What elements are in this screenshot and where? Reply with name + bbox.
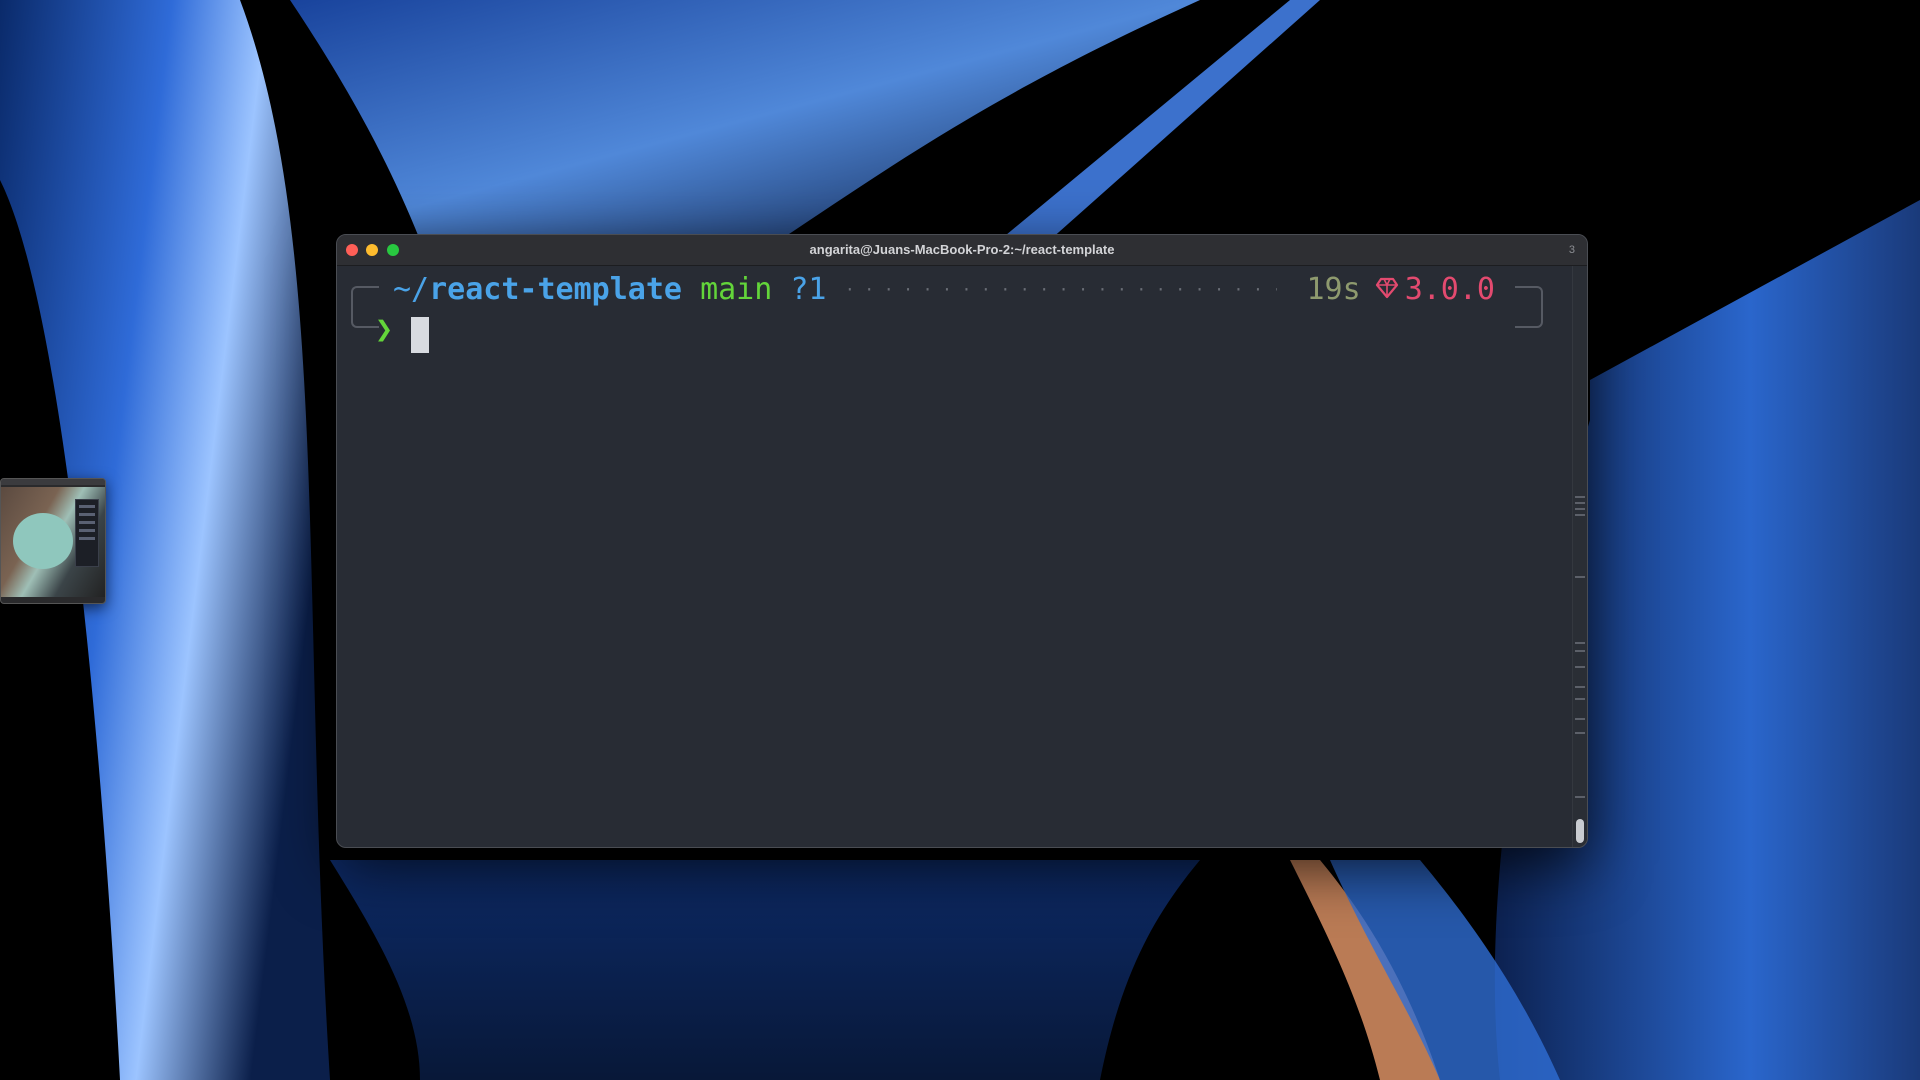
prompt-right-segment: 19s 3.0.0 <box>1307 270 1496 310</box>
thumbnail-shape <box>13 513 73 569</box>
window-title: angarita@Juans-MacBook-Pro-2:~/react-tem… <box>809 242 1115 257</box>
thumbnail-titlebar <box>1 479 105 485</box>
prompt-frame-right <box>1515 286 1543 328</box>
scrollbar-thumb[interactable] <box>1576 819 1584 843</box>
prompt-symbol: ❯ <box>375 312 394 347</box>
command-duration: 19s <box>1306 272 1361 307</box>
scroll-mark <box>1575 796 1585 798</box>
scroll-mark <box>1575 642 1585 644</box>
tab-count: 3 <box>1568 244 1575 256</box>
prompt-line: ~/react-template main ?1 <box>393 270 827 310</box>
ruby-version: 3.0.0 <box>1404 272 1495 307</box>
prompt-filler-dots: ···································· <box>845 280 1277 299</box>
scroll-mark <box>1575 514 1585 516</box>
scroll-mark <box>1575 686 1585 688</box>
scroll-mark <box>1575 666 1585 668</box>
scroll-mark <box>1575 718 1585 720</box>
scroll-mark <box>1575 698 1585 700</box>
title-bar[interactable]: angarita@Juans-MacBook-Pro-2:~/react-tem… <box>337 235 1587 266</box>
terminal-window[interactable]: angarita@Juans-MacBook-Pro-2:~/react-tem… <box>336 234 1588 848</box>
thumbnail-panel <box>75 499 99 567</box>
path-prefix: ~/ <box>393 272 430 307</box>
scroll-mark <box>1575 502 1585 504</box>
scroll-mark <box>1575 732 1585 734</box>
scroll-mark <box>1575 650 1585 652</box>
scroll-mark <box>1575 508 1585 510</box>
git-branch: main <box>700 272 773 307</box>
terminal-content[interactable]: ~/react-template main ?1 ···············… <box>337 266 1587 847</box>
scroll-mark <box>1575 496 1585 498</box>
window-thumbnail[interactable] <box>0 478 106 604</box>
scrollbar[interactable] <box>1572 266 1587 847</box>
scroll-mark <box>1575 576 1585 578</box>
text-cursor <box>411 317 429 353</box>
input-line[interactable]: ❯ <box>375 310 393 350</box>
current-directory: react-template <box>429 272 682 307</box>
git-status: ?1 <box>790 272 827 307</box>
gem-icon <box>1375 271 1399 311</box>
